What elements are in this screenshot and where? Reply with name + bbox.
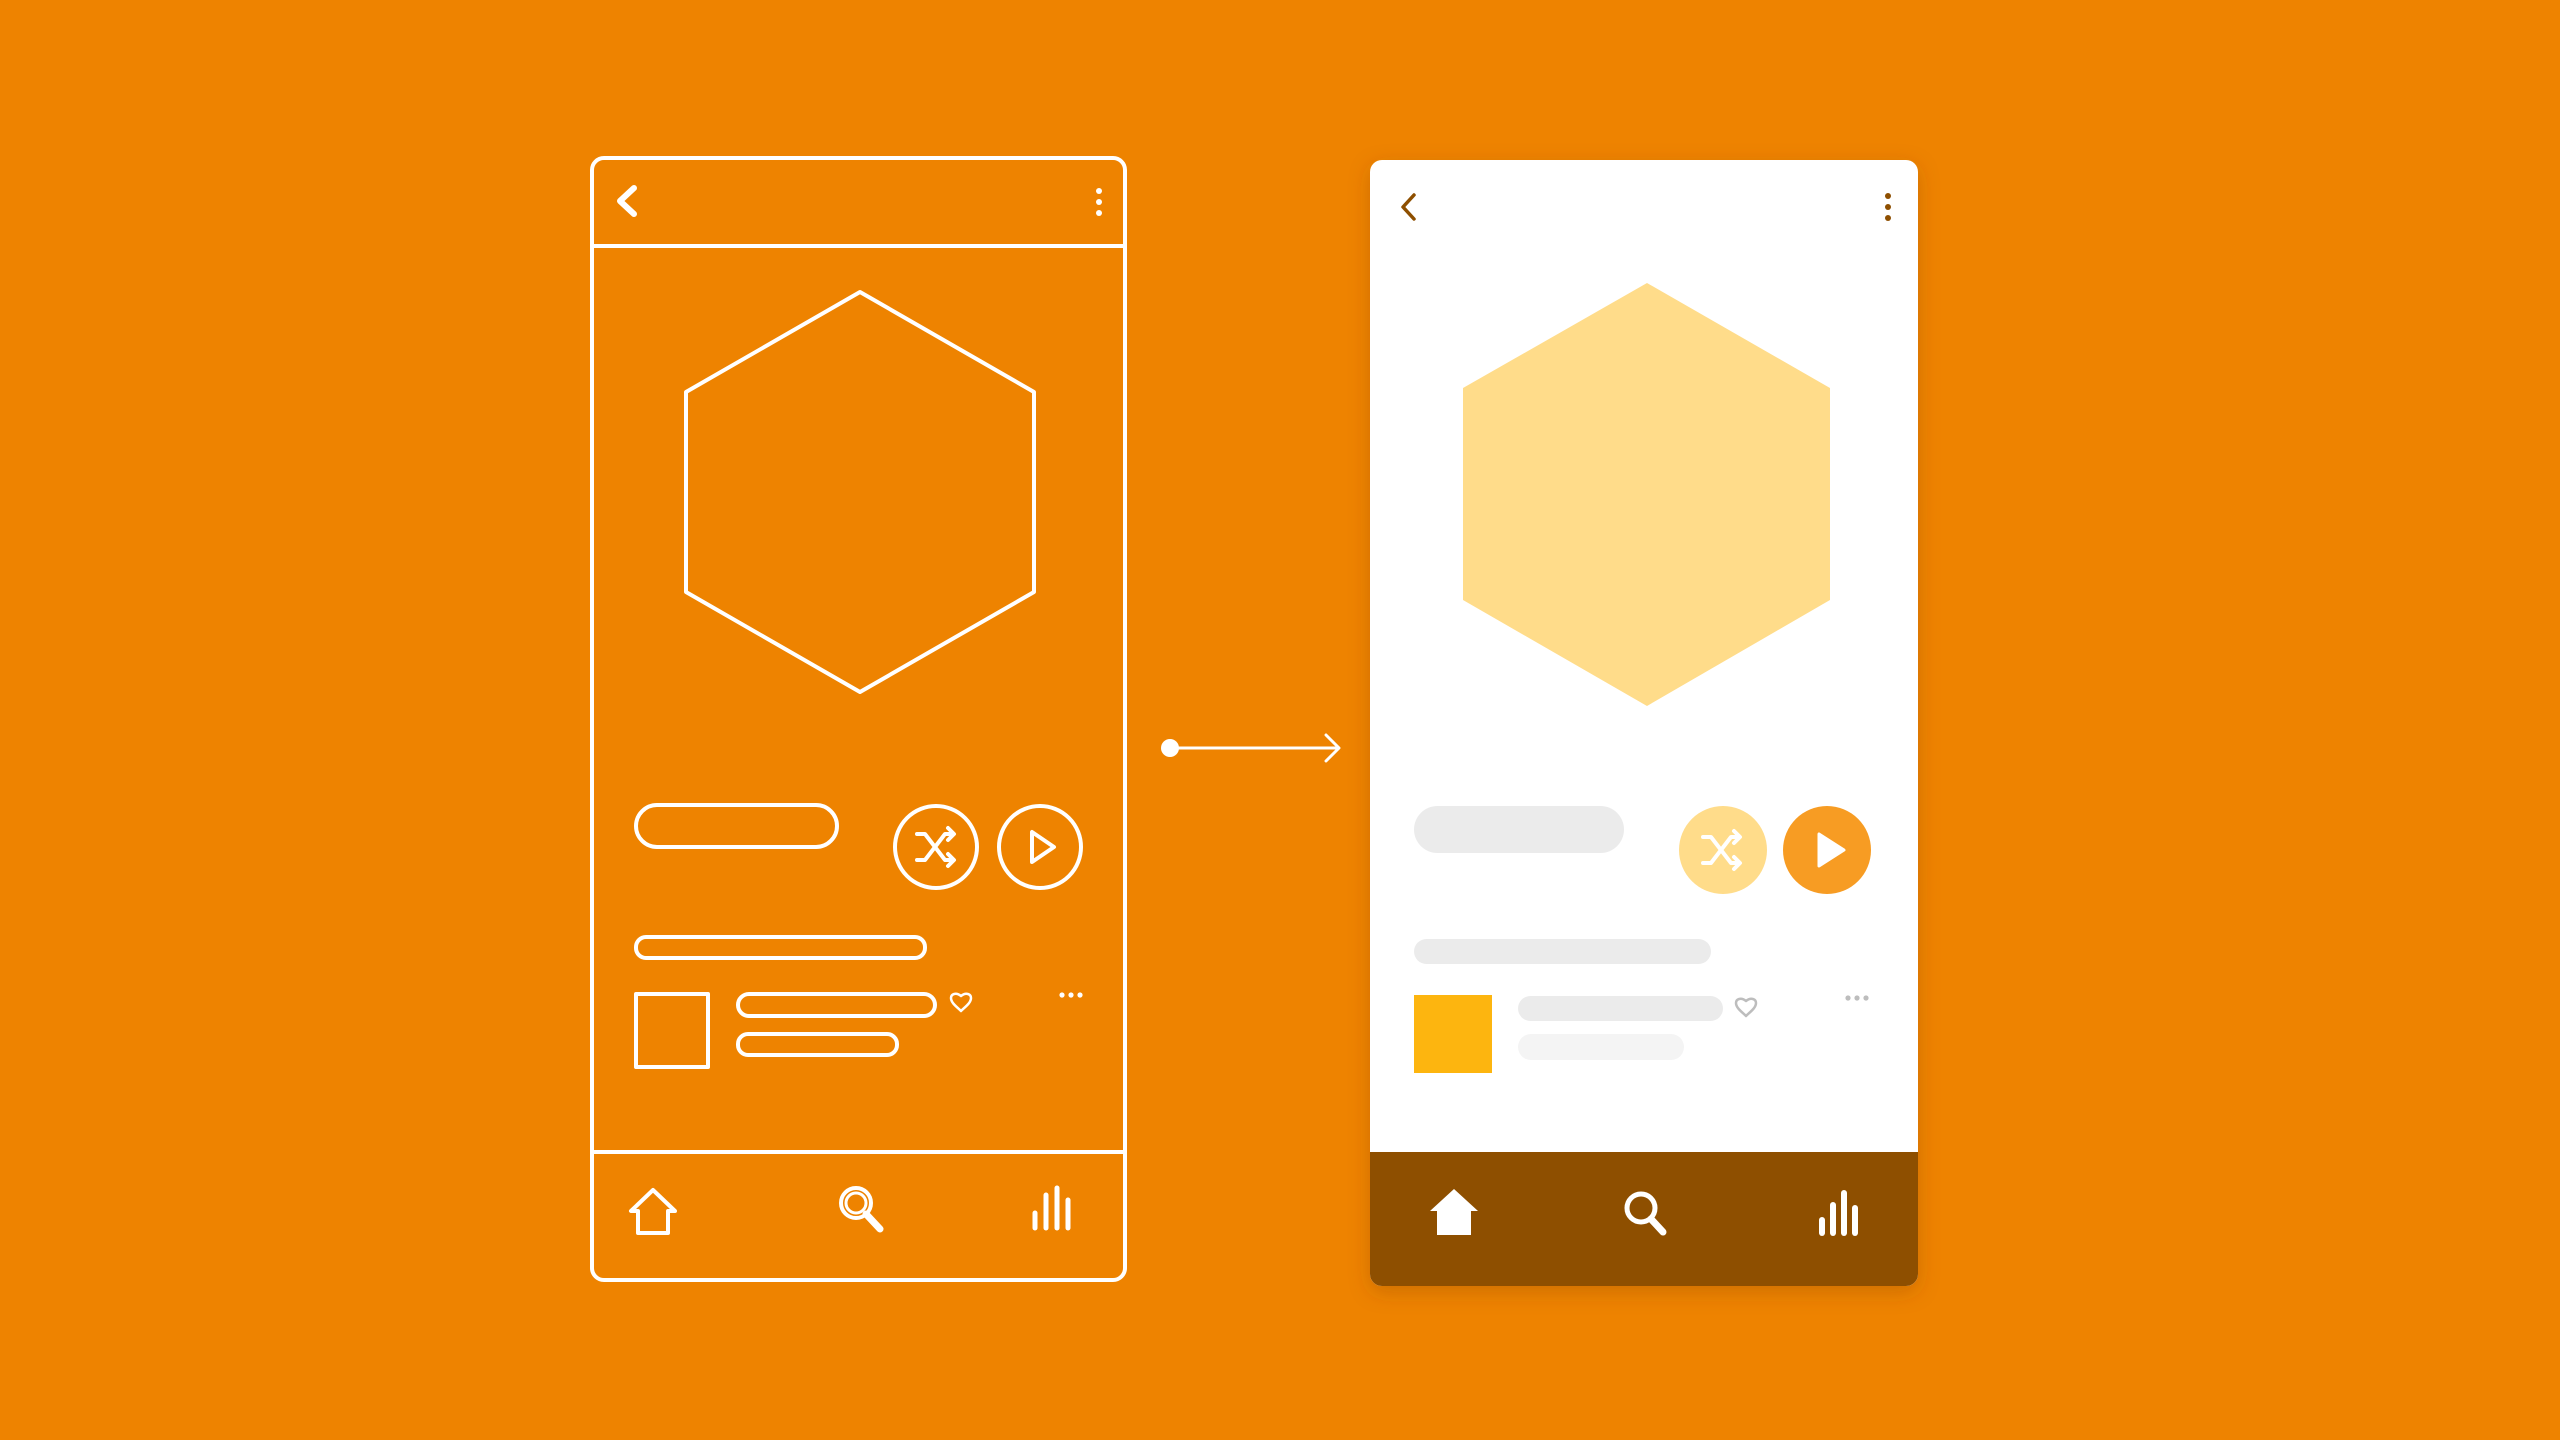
mockup-more-icon <box>1845 995 1869 1001</box>
illustration-canvas <box>0 0 2560 1440</box>
mockup-subtitle-placeholder <box>1414 939 1711 964</box>
mockup-phone <box>1370 160 1918 1286</box>
mockup-track-thumbnail <box>1414 995 1492 1073</box>
mockup-track-title-placeholder <box>1518 996 1723 1021</box>
mockup-track-artist-placeholder <box>1518 1034 1684 1060</box>
mockup-title-placeholder <box>1414 806 1624 853</box>
mockup-menu-icon <box>1885 193 1891 221</box>
